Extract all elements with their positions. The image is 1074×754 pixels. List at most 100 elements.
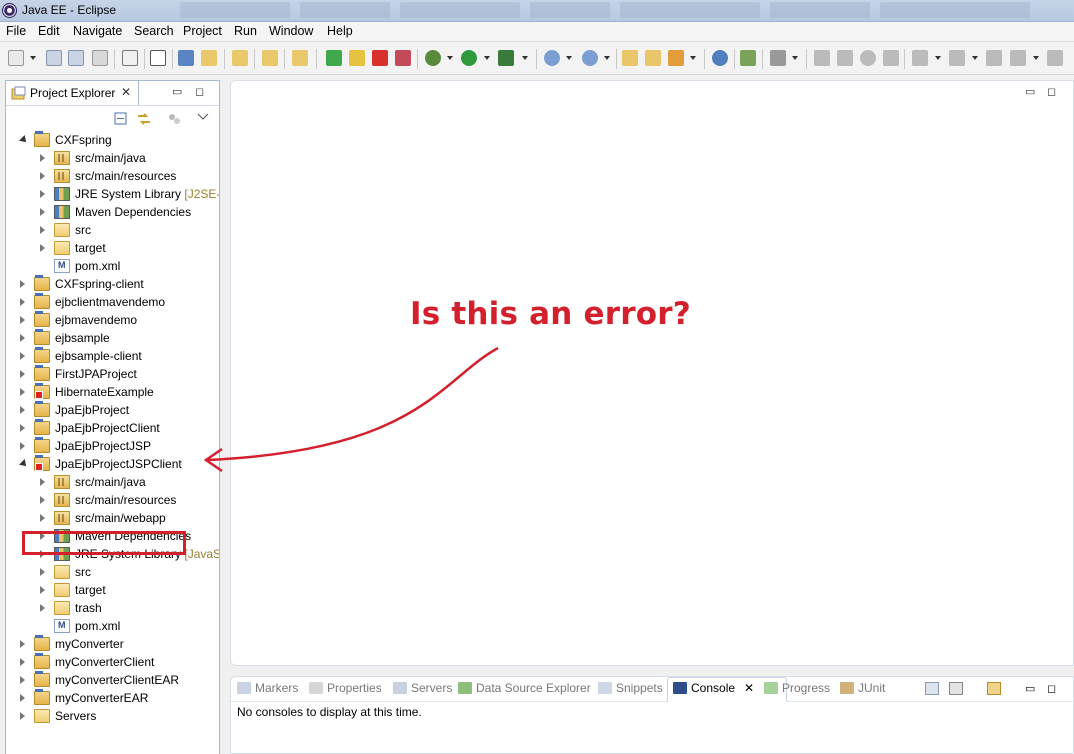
- console-maximize-icon[interactable]: ◻: [1047, 682, 1061, 695]
- collapsed-twistie-icon[interactable]: [20, 694, 25, 702]
- tree-item[interactable]: src: [6, 563, 219, 581]
- refresh-icon[interactable]: [262, 50, 278, 66]
- console-close-icon[interactable]: ✕: [744, 681, 754, 695]
- edit-dropdown-icon[interactable]: [690, 56, 696, 60]
- tab-servers[interactable]: Servers: [393, 681, 452, 699]
- tab-markers[interactable]: Markers: [237, 681, 298, 699]
- collapsed-twistie-icon[interactable]: [20, 424, 25, 432]
- markers-icon[interactable]: [201, 50, 217, 66]
- menu-search[interactable]: Search: [134, 24, 174, 38]
- tree-item[interactable]: ejbsample: [6, 329, 219, 347]
- pin-icon[interactable]: [770, 50, 786, 66]
- next-annotation-dropdown-icon[interactable]: [935, 56, 941, 60]
- edit-icon[interactable]: [668, 50, 684, 66]
- collapsed-twistie-icon[interactable]: [40, 154, 45, 162]
- toggle-mark-icon[interactable]: [150, 50, 166, 66]
- tree-item[interactable]: src/main/java: [6, 149, 219, 167]
- save-icon[interactable]: [46, 50, 62, 66]
- tree-item[interactable]: JpaEjbProjectJSP: [6, 437, 219, 455]
- expanded-twistie-icon[interactable]: [19, 459, 29, 469]
- open-folder-icon[interactable]: [645, 50, 661, 66]
- tree-item[interactable]: JpaEjbProject: [6, 401, 219, 419]
- collapsed-twistie-icon[interactable]: [20, 640, 25, 648]
- new-console-icon[interactable]: [987, 682, 1001, 695]
- last-edit-icon[interactable]: [986, 50, 1002, 66]
- collapsed-twistie-icon[interactable]: [20, 352, 25, 360]
- tree-item[interactable]: src/main/resources: [6, 167, 219, 185]
- tree-item[interactable]: ejbmavendemo: [6, 311, 219, 329]
- tree-item[interactable]: src/main/webapp: [6, 509, 219, 527]
- collapsed-twistie-icon[interactable]: [20, 712, 25, 720]
- external-tools-icon[interactable]: [498, 50, 514, 66]
- tree-item[interactable]: myConverterClientEAR: [6, 671, 219, 689]
- tree-item[interactable]: myConverterEAR: [6, 689, 219, 707]
- tab-junit[interactable]: JUnit: [840, 681, 885, 699]
- open-project-icon[interactable]: [622, 50, 638, 66]
- disconnect-icon[interactable]: [395, 50, 411, 66]
- collapsed-twistie-icon[interactable]: [40, 478, 45, 486]
- collapsed-twistie-icon[interactable]: [40, 172, 45, 180]
- collapsed-twistie-icon[interactable]: [20, 316, 25, 324]
- tree-item[interactable]: CXFspring: [6, 131, 219, 149]
- debug-icon[interactable]: [425, 50, 441, 66]
- collapsed-twistie-icon[interactable]: [40, 586, 45, 594]
- tree-item[interactable]: ejbclientmavendemo: [6, 293, 219, 311]
- minimize-icon[interactable]: ▭: [172, 85, 182, 98]
- collapsed-twistie-icon[interactable]: [20, 442, 25, 450]
- new-java-class-icon[interactable]: [582, 50, 598, 66]
- drop-to-frame-icon[interactable]: [883, 50, 899, 66]
- tree-item[interactable]: myConverter: [6, 635, 219, 653]
- collapsed-twistie-icon[interactable]: [40, 514, 45, 522]
- link-with-editor-icon[interactable]: [136, 112, 152, 126]
- tree-item[interactable]: pom.xml: [6, 617, 219, 635]
- editor-minimize-icon[interactable]: ▭: [1025, 85, 1035, 98]
- collapsed-twistie-icon[interactable]: [20, 388, 25, 396]
- tab-data-source-explorer[interactable]: Data Source Explorer: [458, 681, 591, 699]
- collapsed-twistie-icon[interactable]: [40, 568, 45, 576]
- tree-item[interactable]: HibernateExample: [6, 383, 219, 401]
- tree-item[interactable]: trash: [6, 599, 219, 617]
- tree-item[interactable]: Maven Dependencies: [6, 203, 219, 221]
- tree-item[interactable]: src/main/resources: [6, 491, 219, 509]
- new-dropdown-icon[interactable]: [30, 56, 36, 60]
- run-icon[interactable]: [461, 50, 477, 66]
- new-java-class-dropdown-icon[interactable]: [604, 56, 610, 60]
- display-console-icon[interactable]: [949, 682, 963, 695]
- resume-icon[interactable]: [326, 50, 342, 66]
- menu-project[interactable]: Project: [183, 24, 222, 38]
- forward-icon[interactable]: [1047, 50, 1063, 66]
- tree-item[interactable]: src: [6, 221, 219, 239]
- tree-item[interactable]: JpaEjbProjectJSPClient: [6, 455, 219, 473]
- terminate-icon[interactable]: [372, 50, 388, 66]
- next-annotation-icon[interactable]: [912, 50, 928, 66]
- tree-item[interactable]: src/main/java: [6, 473, 219, 491]
- menu-file[interactable]: File: [6, 24, 26, 38]
- tree-item[interactable]: ejbsample-client: [6, 347, 219, 365]
- tab-console[interactable]: Console ✕: [673, 681, 754, 699]
- collapse-all-icon[interactable]: [114, 112, 128, 126]
- pin-dropdown-icon[interactable]: [792, 56, 798, 60]
- tree-item[interactable]: pom.xml: [6, 257, 219, 275]
- run-dropdown-icon[interactable]: [484, 56, 490, 60]
- search-refs-icon[interactable]: [232, 50, 248, 66]
- open-console-icon[interactable]: [925, 682, 939, 695]
- collapsed-twistie-icon[interactable]: [20, 676, 25, 684]
- back-icon[interactable]: [1010, 50, 1026, 66]
- tree-item[interactable]: JRE System Library [J2SE-1.: [6, 185, 219, 203]
- step-return-icon[interactable]: [860, 50, 876, 66]
- tree-item[interactable]: CXFspring-client: [6, 275, 219, 293]
- tab-progress[interactable]: Progress: [764, 681, 830, 699]
- tree-item[interactable]: FirstJPAProject: [6, 365, 219, 383]
- tree-item[interactable]: target: [6, 581, 219, 599]
- external-tools-dropdown-icon[interactable]: [522, 56, 528, 60]
- collapsed-twistie-icon[interactable]: [40, 226, 45, 234]
- tab-properties[interactable]: Properties: [309, 681, 382, 699]
- collapsed-twistie-icon[interactable]: [20, 298, 25, 306]
- save-all-icon[interactable]: [68, 50, 84, 66]
- tree-item[interactable]: JpaEjbProjectClient: [6, 419, 219, 437]
- view-menu-icon[interactable]: [197, 112, 209, 122]
- suspend-icon[interactable]: [349, 50, 365, 66]
- console-minimize-icon[interactable]: ▭: [1025, 682, 1039, 695]
- open-perspective-icon[interactable]: [740, 50, 756, 66]
- new-server-dropdown-icon[interactable]: [566, 56, 572, 60]
